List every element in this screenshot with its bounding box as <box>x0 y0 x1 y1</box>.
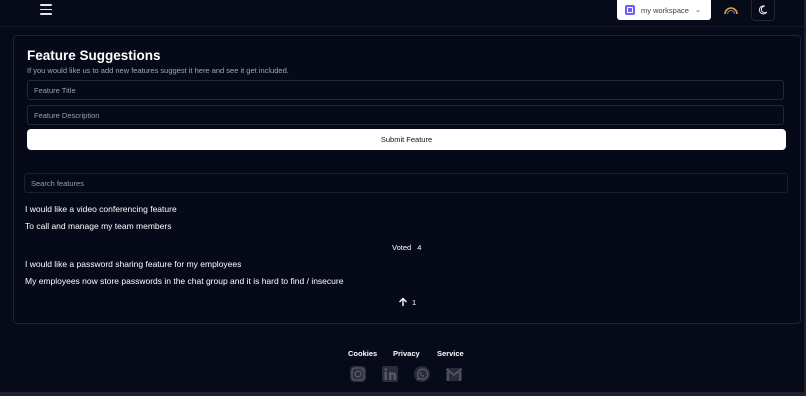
footer-link-service[interactable]: Service <box>437 349 464 358</box>
feature-description: To call and manage my team members <box>25 221 172 231</box>
upvote-button[interactable]: 1 <box>398 296 416 308</box>
vote-count: 1 <box>412 297 417 307</box>
footer-link-privacy[interactable]: Privacy <box>393 349 420 358</box>
workspace-label: my workspace <box>641 5 689 15</box>
feature-title: I would like a video conferencing featur… <box>25 204 177 214</box>
mail-icon[interactable] <box>445 365 463 383</box>
feature-suggestions-card: Feature Suggestions If you would like us… <box>13 35 801 324</box>
voted-badge[interactable]: Voted 4 <box>392 243 421 252</box>
workspace-switcher[interactable]: my workspace ⌄ <box>617 0 711 20</box>
voted-label: Voted <box>392 243 412 252</box>
feature-title: I would like a password sharing feature … <box>25 259 242 269</box>
instagram-icon[interactable] <box>349 365 367 383</box>
arrow-up-icon <box>399 297 407 306</box>
top-bar: my workspace ⌄ <box>0 0 804 27</box>
search-features-input[interactable] <box>24 173 788 193</box>
menu-icon[interactable] <box>40 4 52 15</box>
footer-link-cookies[interactable]: Cookies <box>348 349 377 358</box>
app-window: my workspace ⌄ Feature Suggestions If yo… <box>0 0 806 396</box>
linkedin-icon[interactable] <box>381 365 399 383</box>
workspace-logo-icon <box>625 5 635 15</box>
gauge-icon[interactable] <box>722 2 740 16</box>
vote-count: 4 <box>417 243 422 252</box>
feature-description-input[interactable] <box>27 105 784 125</box>
whatsapp-icon[interactable] <box>413 365 431 383</box>
chevron-down-icon: ⌄ <box>694 7 701 14</box>
feature-description: My employees now store passwords in the … <box>25 276 344 286</box>
submit-feature-button[interactable]: Submit Feature <box>27 129 786 150</box>
theme-toggle-button[interactable] <box>751 0 775 21</box>
page-title: Feature Suggestions <box>27 48 161 63</box>
page-subtitle: If you would like us to add new features… <box>27 66 289 75</box>
feature-title-input[interactable] <box>27 80 784 100</box>
moon-icon <box>758 5 768 15</box>
